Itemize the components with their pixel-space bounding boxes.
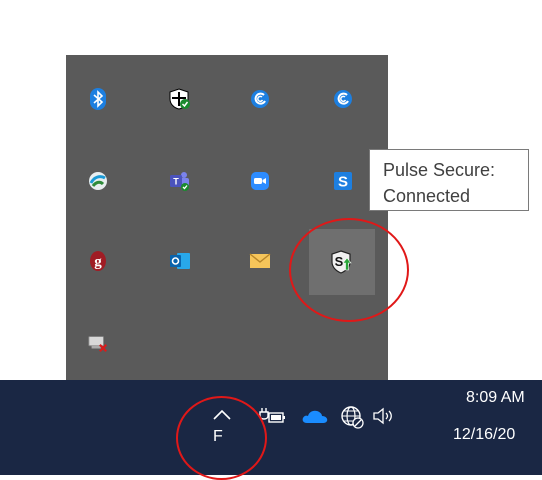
outlook-icon: [169, 250, 191, 272]
power-plug-battery-icon[interactable]: [257, 404, 287, 428]
tooltip-line-1: Pulse Secure:: [383, 160, 496, 180]
pulse-secure-tooltip: Pulse Secure: Connected: [369, 149, 529, 211]
clock-time[interactable]: 8:09 AM: [466, 389, 525, 407]
chevron-up-icon: [213, 409, 231, 420]
tray-overflow-flyout: T S g S: [66, 55, 388, 380]
tray-item-outlook[interactable]: [148, 229, 212, 293]
tray-item-webex-2[interactable]: [311, 67, 375, 131]
globe-network-app-icon: [87, 170, 109, 192]
tray-item-teams[interactable]: T: [148, 149, 212, 213]
svg-text:T: T: [173, 177, 179, 187]
tray-item-network-error[interactable]: [66, 311, 130, 375]
tray-item-windows-security[interactable]: [148, 67, 212, 131]
tray-item-mail[interactable]: [228, 229, 292, 293]
windows-security-icon: [169, 88, 191, 110]
pulse-secure-icon: S: [331, 250, 353, 274]
tooltip-line-2: Connected: [383, 186, 471, 206]
tray-item-red-shield-app[interactable]: g: [66, 229, 130, 293]
network-error-icon: [87, 332, 109, 354]
overflow-key-label: F: [213, 428, 223, 445]
svg-text:S: S: [335, 254, 344, 269]
webex-icon: [249, 88, 271, 110]
webex-icon-2: [332, 88, 354, 110]
tray-item-bluetooth[interactable]: [66, 67, 130, 131]
zoom-icon: [249, 170, 271, 192]
skype-for-business-icon: S: [332, 170, 354, 192]
tray-item-globe-network-app[interactable]: [66, 149, 130, 213]
tray-item-skype-business[interactable]: S: [311, 149, 375, 213]
red-shield-app-icon: g: [87, 250, 109, 272]
bluetooth-icon: [87, 88, 109, 110]
volume-icon[interactable]: [372, 405, 398, 427]
microsoft-teams-icon: T: [169, 170, 191, 192]
taskbar: 8:09 AM 12/16/20: [0, 380, 542, 475]
clock-date[interactable]: 12/16/20: [453, 426, 515, 444]
network-globe-icon[interactable]: [339, 404, 365, 430]
show-hidden-icons-button[interactable]: [209, 406, 235, 424]
svg-text:S: S: [338, 174, 348, 191]
onedrive-cloud-icon[interactable]: [300, 406, 330, 426]
mail-icon: [249, 250, 271, 272]
svg-text:g: g: [94, 254, 102, 270]
tray-item-webex[interactable]: [228, 67, 292, 131]
tray-item-zoom[interactable]: [228, 149, 292, 213]
tray-item-pulse-secure[interactable]: S: [309, 229, 375, 295]
